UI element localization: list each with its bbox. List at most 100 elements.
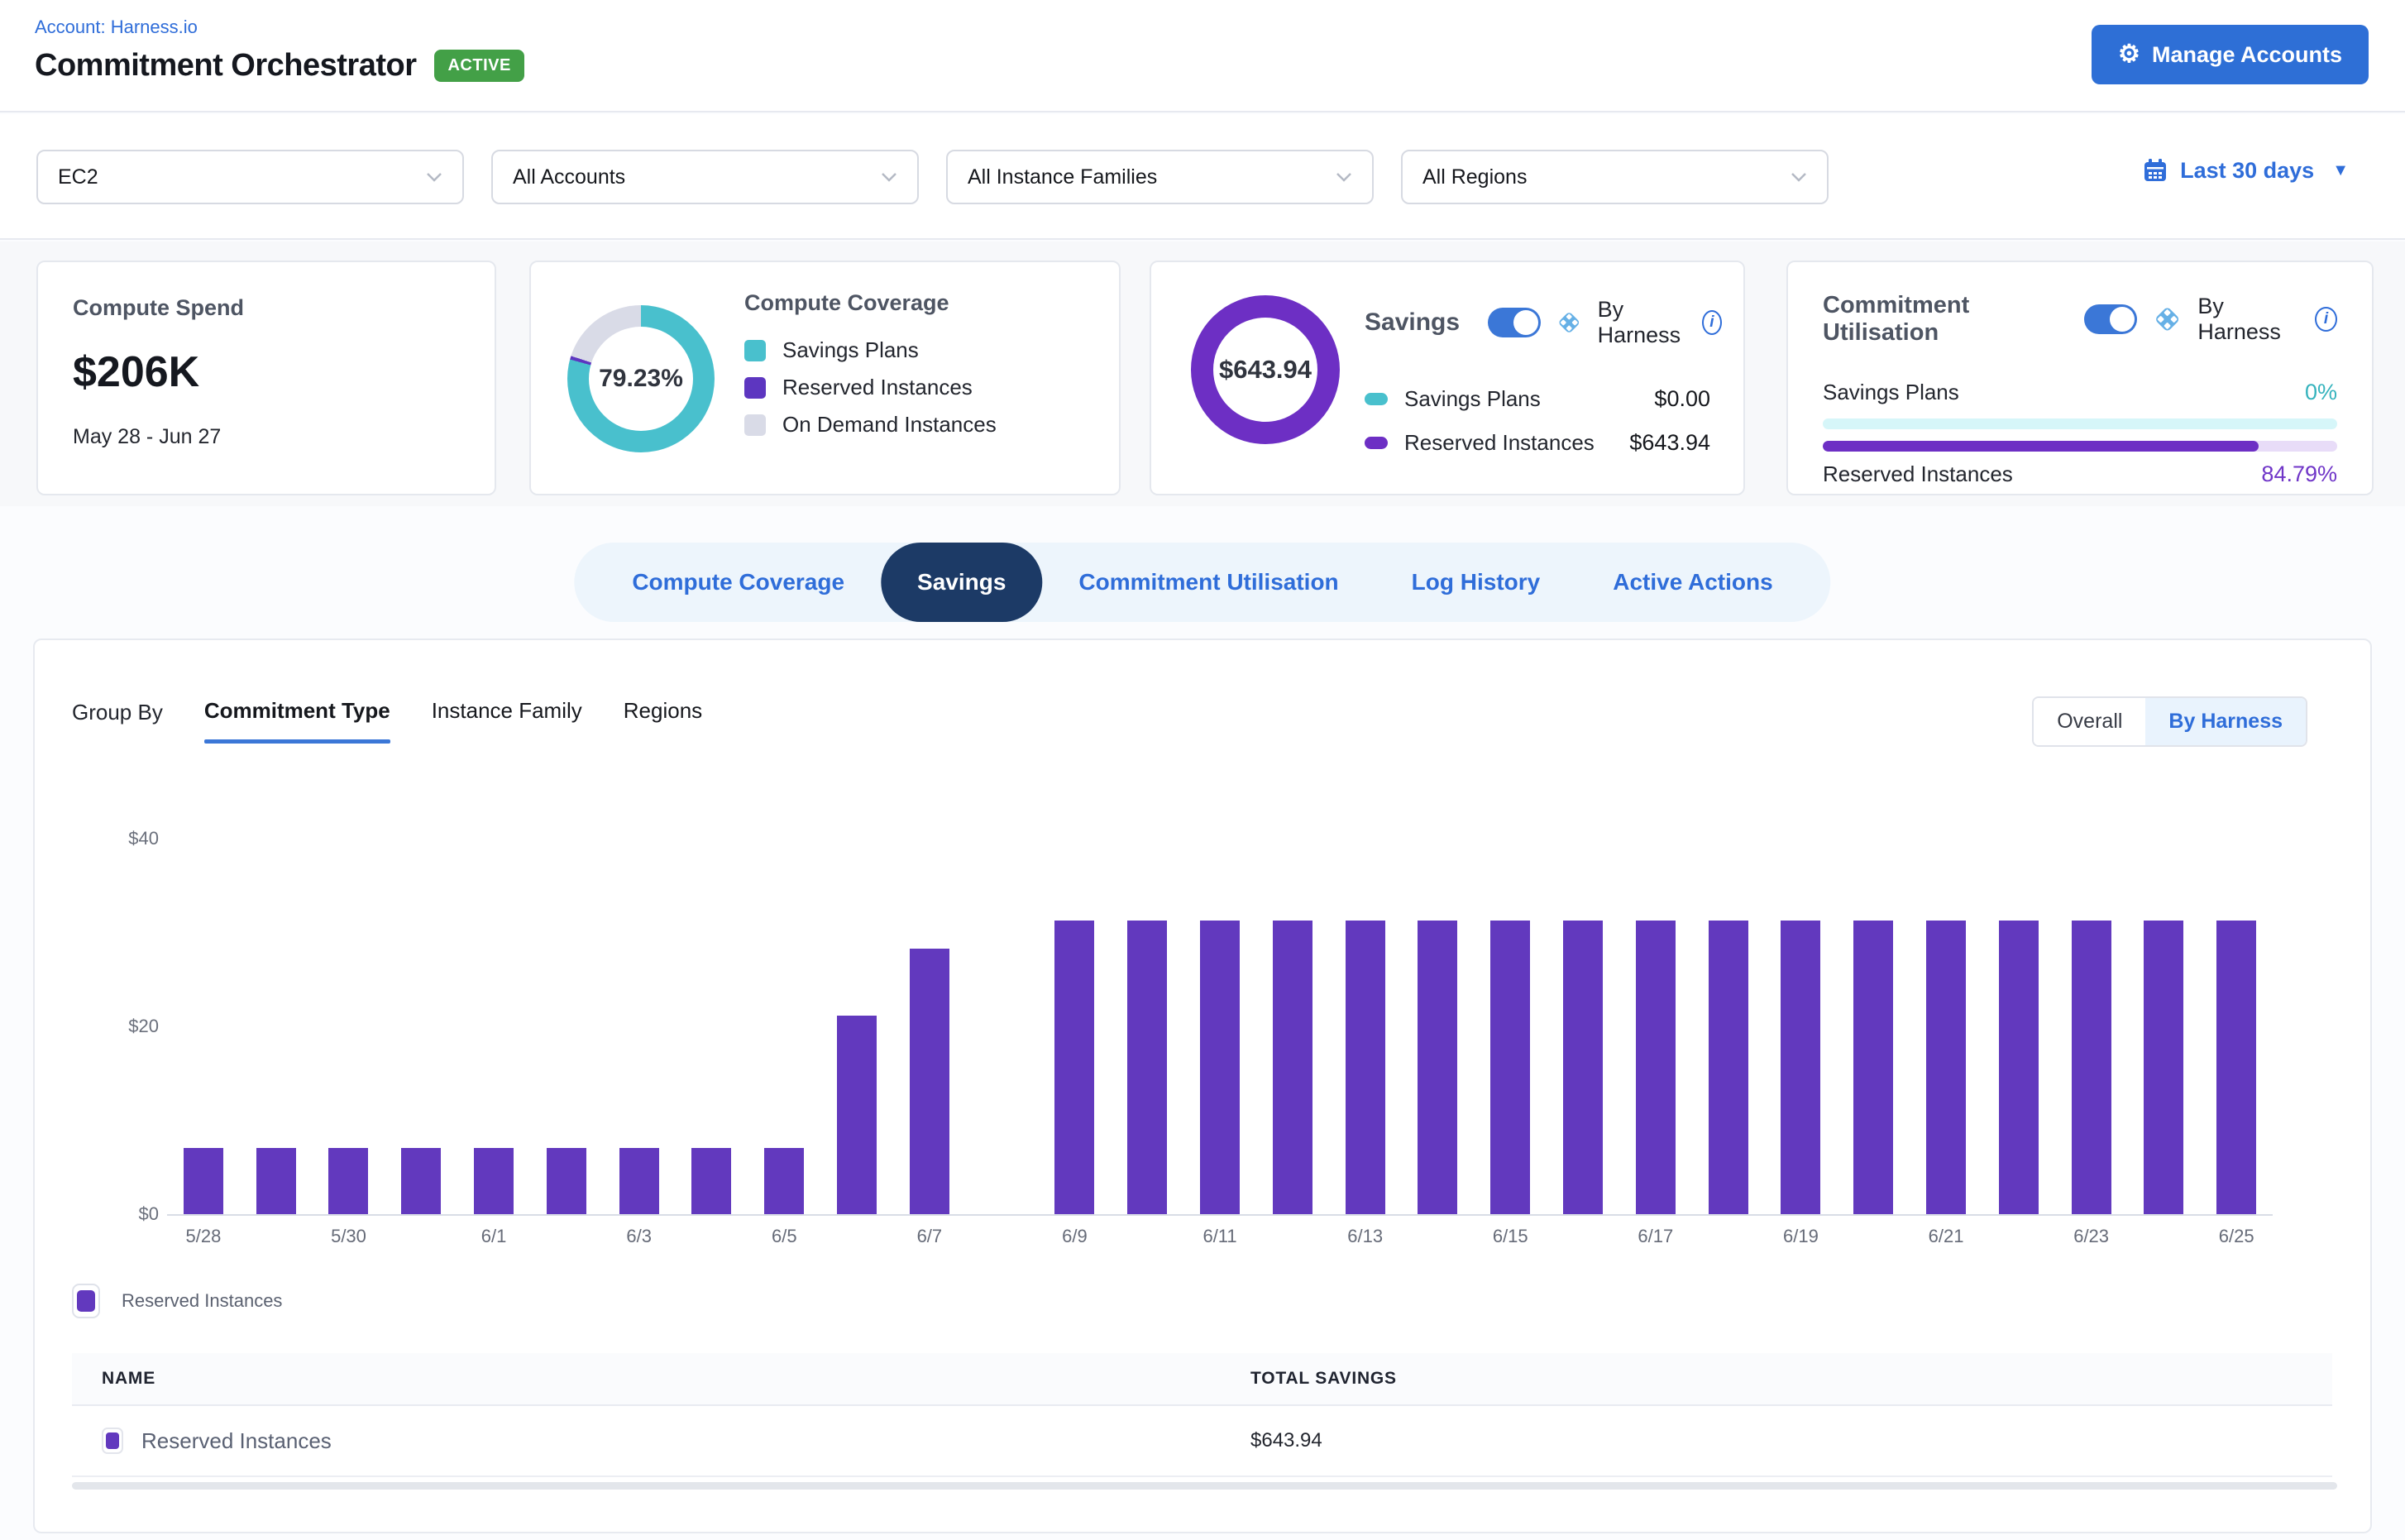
savings-title: Savings: [1365, 308, 1460, 337]
bar-6-17[interactable]: [1636, 921, 1676, 1214]
bar-6-19[interactable]: [1781, 921, 1820, 1214]
accounts-select-value: All Accounts: [513, 165, 625, 189]
compute-coverage-donut: 79.23%: [567, 305, 715, 452]
chevron-down-icon: [881, 172, 897, 182]
service-select[interactable]: EC2: [36, 150, 464, 204]
bar-5-29[interactable]: [256, 1148, 296, 1214]
savings-by-harness-label: By Harness: [1598, 297, 1687, 348]
legend-swatch: [744, 414, 766, 436]
bar-6-21[interactable]: [1926, 921, 1966, 1214]
group-by-commitment-type[interactable]: Commitment Type: [204, 698, 390, 744]
info-icon[interactable]: i: [2315, 307, 2337, 332]
date-range-picker[interactable]: Last 30 days ▼: [2142, 157, 2349, 184]
bar-6-3[interactable]: [619, 1148, 659, 1214]
bar-6-13[interactable]: [1346, 921, 1385, 1214]
bar-6-1[interactable]: [474, 1148, 514, 1214]
compute-coverage-percent: 79.23%: [599, 365, 683, 393]
manage-accounts-button[interactable]: ⚙ Manage Accounts: [2092, 25, 2369, 84]
view-toggle-by-harness[interactable]: By Harness: [2145, 698, 2306, 745]
bar-6-11[interactable]: [1200, 921, 1240, 1214]
x-tick-6-24: [2128, 1226, 2201, 1247]
bar-6-2[interactable]: [547, 1148, 586, 1214]
x-tick-5-29: [240, 1226, 313, 1247]
accounts-select[interactable]: All Accounts: [491, 150, 919, 204]
bar-6-24[interactable]: [2144, 921, 2183, 1214]
x-tick-6-6: [820, 1226, 893, 1247]
tab-commitment-utilisation[interactable]: Commitment Utilisation: [1042, 543, 1375, 622]
coverage-legend-item-savings-plans: Savings Plans: [744, 337, 1094, 363]
bar-5-30[interactable]: [328, 1148, 368, 1214]
bar-6-25[interactable]: [2216, 921, 2256, 1214]
legend-swatch: [744, 377, 766, 399]
utilisation-by-harness-toggle[interactable]: [2084, 304, 2137, 334]
bar-6-12[interactable]: [1273, 921, 1312, 1214]
bar-6-18[interactable]: [1709, 921, 1748, 1214]
chevron-down-icon: [426, 172, 442, 182]
bar-5-31[interactable]: [401, 1148, 441, 1214]
column-header-total-savings: TOTAL SAVINGS: [1250, 1369, 1397, 1389]
manage-accounts-label: Manage Accounts: [2152, 42, 2342, 68]
bar-6-10[interactable]: [1127, 921, 1167, 1214]
x-tick-6-22: [1982, 1226, 2055, 1247]
tab-active-actions[interactable]: Active Actions: [1576, 543, 1809, 622]
x-tick-6-7: 6/7: [893, 1226, 966, 1247]
summary-cards-band: Compute Spend $206K May 28 - Jun 27 79.2…: [0, 242, 2405, 506]
x-tick-6-9: 6/9: [1039, 1226, 1112, 1247]
legend-swatch: [1365, 393, 1388, 405]
bar-6-6[interactable]: [837, 1016, 877, 1214]
status-badge: ACTIVE: [434, 50, 524, 82]
x-tick-5-28: 5/28: [167, 1226, 240, 1247]
savings-bar-chart: [167, 837, 2273, 1216]
bar-6-22[interactable]: [1999, 921, 2039, 1214]
x-tick-6-12: [1256, 1226, 1329, 1247]
savings-card: $643.94 Savings By Harness i Savings Pla…: [1150, 261, 1745, 495]
table-row-reserved-instances[interactable]: Reserved Instances $643.94: [72, 1406, 2332, 1477]
chevron-down-icon: [1336, 172, 1352, 182]
compute-coverage-card: 79.23% Compute Coverage Savings Plans Re…: [529, 261, 1121, 495]
x-tick-6-19: 6/19: [1765, 1226, 1838, 1247]
tab-log-history[interactable]: Log History: [1375, 543, 1577, 622]
filter-bar: EC2 All Accounts All Instance Families A…: [0, 114, 2405, 240]
account-breadcrumb-link[interactable]: Account: Harness.io: [35, 17, 198, 38]
commitment-utilisation-card: Commitment Utilisation By Harness i Savi…: [1786, 261, 2374, 495]
legend-label: Reserved Instances: [122, 1290, 282, 1312]
service-select-value: EC2: [58, 165, 98, 189]
group-by-label: Group By: [72, 698, 163, 725]
group-by-instance-family[interactable]: Instance Family: [432, 698, 582, 744]
main-tabs: Compute CoverageSavingsCommitment Utilis…: [574, 543, 1830, 622]
savings-by-harness-toggle[interactable]: [1488, 308, 1541, 337]
savings-panel: Group By Commitment Type Instance Family R…: [33, 638, 2372, 1533]
instance-families-select[interactable]: All Instance Families: [946, 150, 1374, 204]
bar-6-7[interactable]: [910, 949, 949, 1214]
y-tick-20: $20: [68, 1016, 159, 1037]
savings-plans-progress-bar: [1823, 418, 2337, 429]
bar-6-20[interactable]: [1853, 921, 1893, 1214]
bar-6-23[interactable]: [2072, 921, 2111, 1214]
info-icon[interactable]: i: [1702, 310, 1722, 335]
compute-spend-title: Compute Spend: [73, 295, 460, 321]
y-tick-0: $0: [68, 1203, 159, 1225]
x-tick-6-3: 6/3: [603, 1226, 676, 1247]
tab-compute-coverage[interactable]: Compute Coverage: [595, 543, 881, 622]
tab-savings[interactable]: Savings: [881, 543, 1042, 622]
view-toggle-overall[interactable]: Overall: [2034, 698, 2145, 745]
bar-6-14[interactable]: [1418, 921, 1457, 1214]
bar-6-9[interactable]: [1054, 921, 1094, 1214]
chart-legend[interactable]: Reserved Instances: [72, 1284, 282, 1318]
coverage-legend-item-reserved-instances: Reserved Instances: [744, 375, 1094, 400]
bar-6-5[interactable]: [764, 1148, 804, 1214]
bar-6-4[interactable]: [691, 1148, 731, 1214]
bar-6-15[interactable]: [1490, 921, 1530, 1214]
harness-logo-icon: [1556, 305, 1583, 340]
page-header: Account: Harness.io Commitment Orchestra…: [0, 0, 2405, 112]
x-tick-5-30: 5/30: [313, 1226, 385, 1247]
group-by-regions[interactable]: Regions: [624, 698, 702, 744]
x-tick-6-8: [966, 1226, 1039, 1247]
bar-5-28[interactable]: [184, 1148, 223, 1214]
row-legend-chip: [102, 1428, 123, 1454]
bar-6-16[interactable]: [1563, 921, 1603, 1214]
legend-swatch: [744, 340, 766, 361]
legend-checkbox[interactable]: [72, 1284, 100, 1318]
regions-select[interactable]: All Regions: [1401, 150, 1829, 204]
horizontal-scrollbar[interactable]: [72, 1482, 2337, 1490]
